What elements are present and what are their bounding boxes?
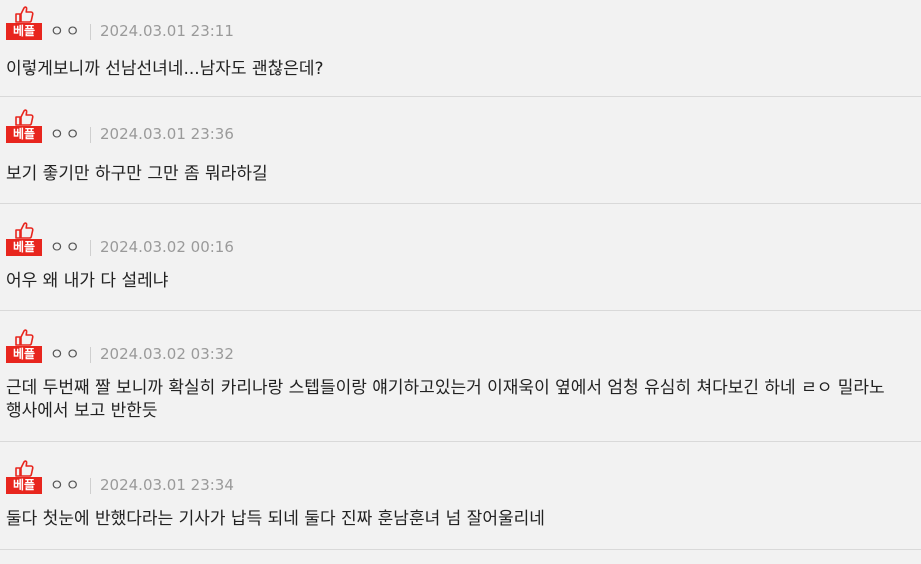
meta-divider bbox=[90, 478, 91, 494]
best-comment-badge: 베플 bbox=[6, 329, 42, 363]
thumbs-up-icon bbox=[15, 6, 34, 23]
comment-author: ㅇㅇ bbox=[50, 476, 82, 494]
thumbs-up-icon bbox=[15, 329, 34, 346]
comment-date: 2024.03.01 23:36 bbox=[100, 125, 234, 143]
comment-text: 이렇게보니까 선남선녀네...남자도 괜찮은데? bbox=[6, 59, 324, 79]
best-comments-list: 베플 ㅇㅇ 2024.03.01 23:11 이렇게보니까 선남선녀네...남자… bbox=[0, 0, 921, 564]
best-badge-label: 베플 bbox=[6, 477, 42, 494]
thumbs-up-icon bbox=[15, 460, 34, 477]
comment-author: ㅇㅇ bbox=[50, 22, 82, 40]
thumbs-up-icon bbox=[15, 222, 34, 239]
comment-meta: 베플 ㅇㅇ 2024.03.02 00:16 bbox=[6, 222, 606, 256]
thumbs-up-icon bbox=[15, 109, 34, 126]
comment-author: ㅇㅇ bbox=[50, 345, 82, 363]
comment-text: 근데 두번째 짤 보니까 확실히 카리나랑 스텝들이랑 얘기하고있는거 이재욱이… bbox=[6, 378, 885, 421]
comment-item: 베플 ㅇㅇ 2024.03.02 00:16 어우 왜 내가 다 설레냐 bbox=[0, 204, 921, 311]
comment-meta: 베플 ㅇㅇ 2024.03.01 23:36 bbox=[6, 109, 606, 143]
comment-item: 베플 ㅇㅇ 2024.03.01 23:34 둘다 첫눈에 반했다라는 기사가 … bbox=[0, 442, 921, 550]
comment-meta: 베플 ㅇㅇ 2024.03.01 23:11 bbox=[6, 6, 606, 40]
comment-date: 2024.03.02 03:32 bbox=[100, 345, 234, 363]
comment-text: 둘다 첫눈에 반했다라는 기사가 납득 되네 둘다 진짜 훈남훈녀 넘 잘어울리… bbox=[6, 509, 545, 529]
best-badge-label: 베플 bbox=[6, 346, 42, 363]
comment-meta: 베플 ㅇㅇ 2024.03.01 23:34 bbox=[6, 460, 606, 494]
best-comment-badge: 베플 bbox=[6, 6, 42, 40]
best-comment-badge: 베플 bbox=[6, 460, 42, 494]
comment-item: 베플 ㅇㅇ 2024.03.01 23:11 이렇게보니까 선남선녀네...남자… bbox=[0, 0, 921, 97]
comment-date: 2024.03.02 00:16 bbox=[100, 238, 234, 256]
comment-item: 베플 ㅇㅇ 2024.03.01 23:36 보기 좋기만 하구만 그만 좀 뭐… bbox=[0, 97, 921, 204]
meta-divider bbox=[90, 240, 91, 256]
comment-meta: 베플 ㅇㅇ 2024.03.02 03:32 bbox=[6, 329, 606, 363]
comment-author: ㅇㅇ bbox=[50, 125, 82, 143]
best-comment-badge: 베플 bbox=[6, 222, 42, 256]
meta-divider bbox=[90, 347, 91, 363]
comment-date: 2024.03.01 23:11 bbox=[100, 22, 234, 40]
best-comment-badge: 베플 bbox=[6, 109, 42, 143]
comment-text: 보기 좋기만 하구만 그만 좀 뭐라하길 bbox=[6, 164, 268, 184]
meta-divider bbox=[90, 24, 91, 40]
comment-text: 어우 왜 내가 다 설레냐 bbox=[6, 271, 169, 291]
best-badge-label: 베플 bbox=[6, 23, 42, 40]
comment-author: ㅇㅇ bbox=[50, 238, 82, 256]
best-badge-label: 베플 bbox=[6, 239, 42, 256]
meta-divider bbox=[90, 127, 91, 143]
comment-item: 베플 ㅇㅇ 2024.03.02 03:32 근데 두번째 짤 보니까 확실히 … bbox=[0, 311, 921, 442]
best-badge-label: 베플 bbox=[6, 126, 42, 143]
comment-date: 2024.03.01 23:34 bbox=[100, 476, 234, 494]
